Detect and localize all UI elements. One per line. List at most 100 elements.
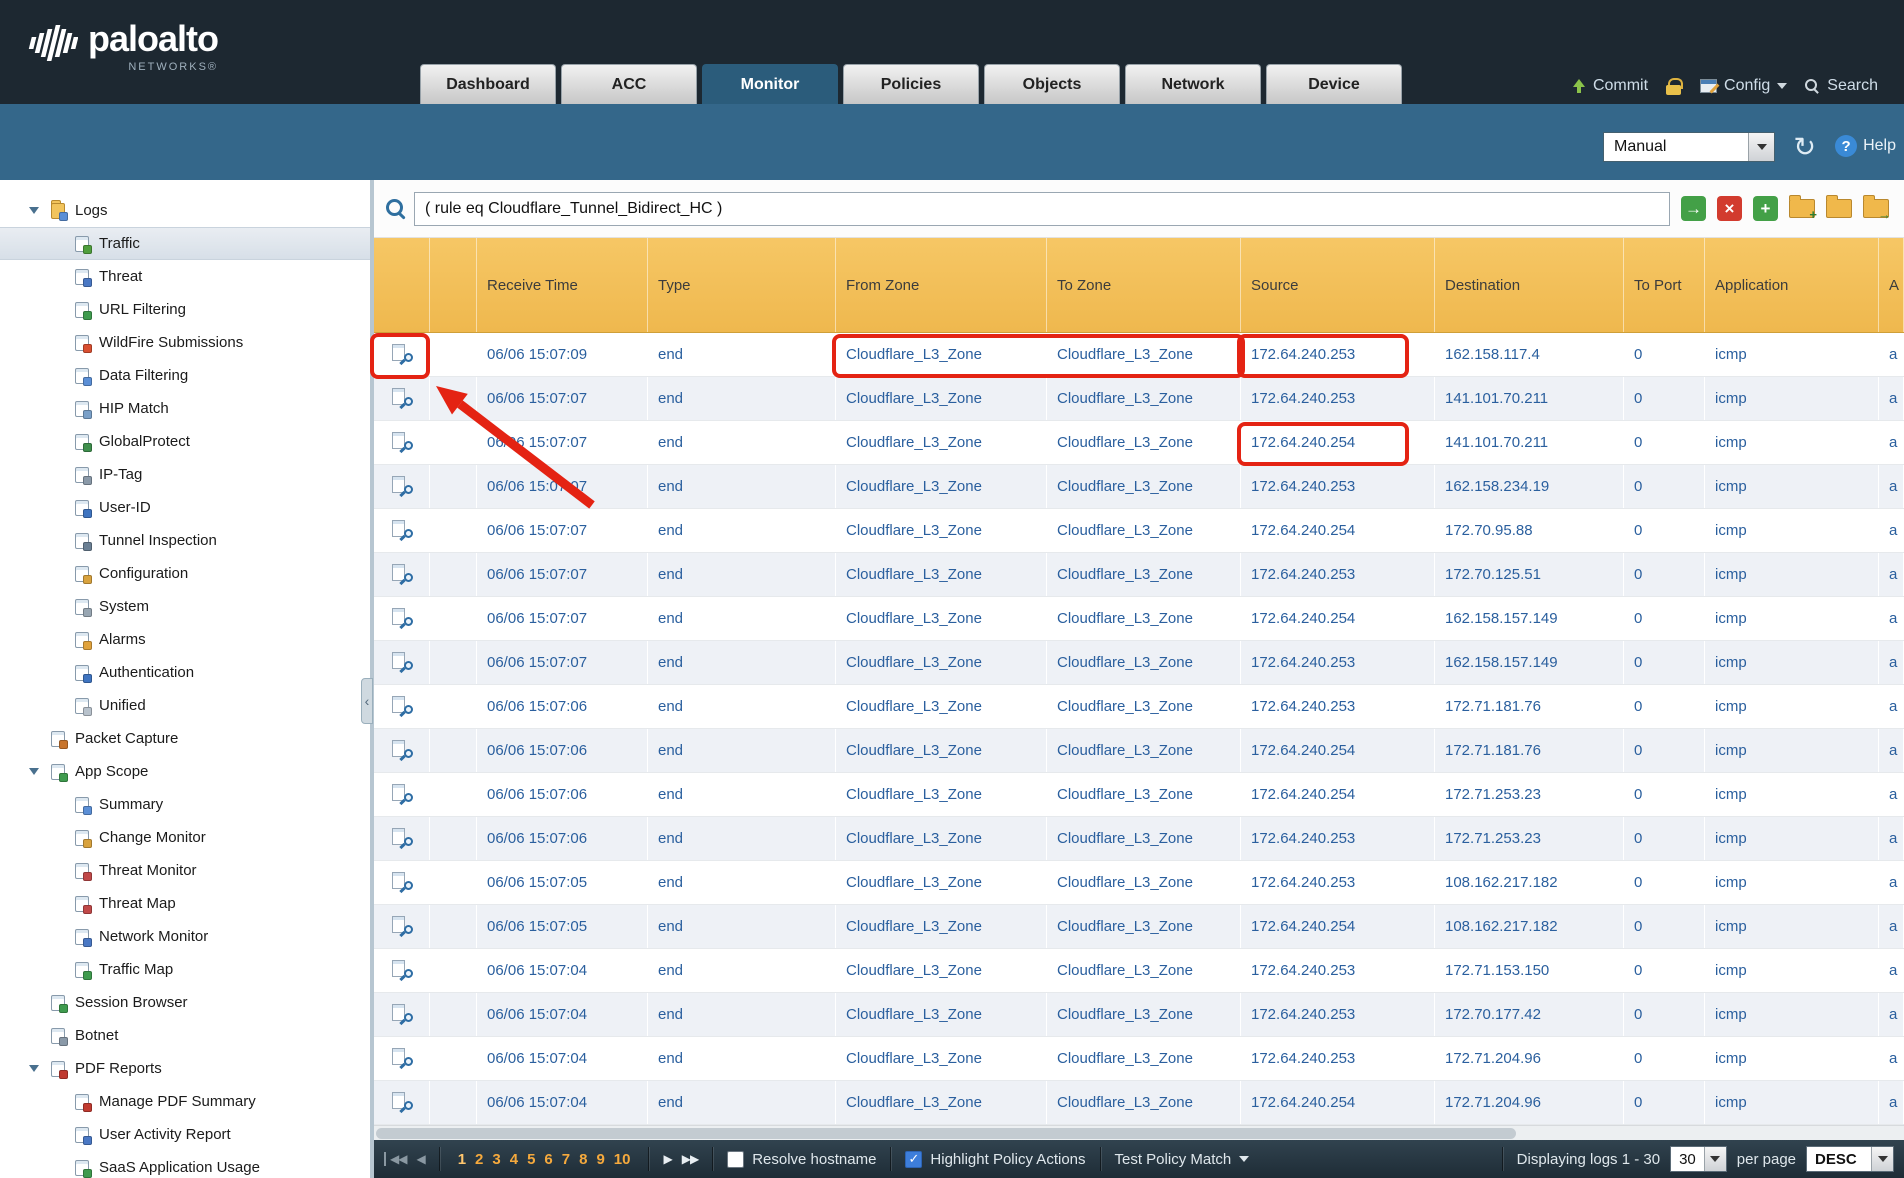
- cell-from-zone[interactable]: Cloudflare_L3_Zone: [836, 421, 1047, 464]
- export-logs-icon[interactable]: →: [1863, 199, 1889, 218]
- cell-to-port[interactable]: 0: [1624, 333, 1705, 376]
- cell-destination[interactable]: 141.101.70.211: [1435, 377, 1624, 420]
- cell-source[interactable]: 172.64.240.253: [1241, 685, 1435, 728]
- load-filter-icon[interactable]: [1826, 199, 1852, 218]
- page-1-button[interactable]: 1: [458, 1151, 466, 1168]
- clear-filter-icon[interactable]: ×: [1717, 196, 1742, 221]
- page-10-button[interactable]: 10: [614, 1151, 631, 1168]
- cell-type[interactable]: end: [648, 333, 836, 376]
- cell-to-port[interactable]: 0: [1624, 861, 1705, 904]
- cell-receive-time[interactable]: 06/06 15:07:04: [477, 1081, 648, 1124]
- log-detail-icon[interactable]: [390, 916, 414, 937]
- log-detail-icon[interactable]: [390, 740, 414, 761]
- cell-destination[interactable]: 108.162.217.182: [1435, 905, 1624, 948]
- cell-receive-time[interactable]: 06/06 15:07:07: [477, 509, 648, 552]
- horizontal-scrollbar[interactable]: [374, 1125, 1904, 1140]
- cell-application[interactable]: icmp: [1705, 333, 1879, 376]
- cell-to-zone[interactable]: Cloudflare_L3_Zone: [1047, 685, 1241, 728]
- sidebar-item-configuration[interactable]: Configuration: [0, 557, 370, 590]
- cell-source[interactable]: 172.64.240.253: [1241, 333, 1435, 376]
- cell-action[interactable]: a: [1879, 949, 1904, 992]
- cell-source[interactable]: 172.64.240.253: [1241, 377, 1435, 420]
- cell-action[interactable]: a: [1879, 465, 1904, 508]
- cell-receive-time[interactable]: 06/06 15:07:05: [477, 905, 648, 948]
- cell-source[interactable]: 172.64.240.254: [1241, 597, 1435, 640]
- cell-receive-time[interactable]: 06/06 15:07:07: [477, 421, 648, 464]
- log-detail-icon[interactable]: [390, 872, 414, 893]
- cell-type[interactable]: end: [648, 597, 836, 640]
- next-page-button[interactable]: ▶: [663, 1152, 671, 1166]
- sidebar-item-threat[interactable]: Threat: [0, 260, 370, 293]
- log-row[interactable]: 06/06 15:07:05endCloudflare_L3_ZoneCloud…: [374, 861, 1904, 905]
- sidebar-item-hip-match[interactable]: HIP Match: [0, 392, 370, 425]
- per-page-select[interactable]: 30: [1670, 1146, 1727, 1172]
- cell-to-port[interactable]: 0: [1624, 421, 1705, 464]
- cell-to-port[interactable]: 0: [1624, 509, 1705, 552]
- page-2-button[interactable]: 2: [475, 1151, 483, 1168]
- tab-dashboard[interactable]: Dashboard: [420, 64, 556, 104]
- resolve-hostname-checkbox[interactable]: Resolve hostname: [727, 1151, 876, 1168]
- add-filter-icon[interactable]: +: [1753, 196, 1778, 221]
- column-header-to-zone[interactable]: To Zone: [1047, 238, 1241, 332]
- cell-application[interactable]: icmp: [1705, 553, 1879, 596]
- column-header-source[interactable]: Source: [1241, 238, 1435, 332]
- cell-to-port[interactable]: 0: [1624, 597, 1705, 640]
- cell-application[interactable]: icmp: [1705, 377, 1879, 420]
- cell-source[interactable]: 172.64.240.253: [1241, 553, 1435, 596]
- cell-application[interactable]: icmp: [1705, 685, 1879, 728]
- cell-receive-time[interactable]: 06/06 15:07:04: [477, 993, 648, 1036]
- log-detail-icon[interactable]: [390, 476, 414, 497]
- cell-source[interactable]: 172.64.240.253: [1241, 949, 1435, 992]
- cell-application[interactable]: icmp: [1705, 1037, 1879, 1080]
- header-search-button[interactable]: Search: [1805, 77, 1878, 95]
- cell-to-zone[interactable]: Cloudflare_L3_Zone: [1047, 729, 1241, 772]
- cell-from-zone[interactable]: Cloudflare_L3_Zone: [836, 861, 1047, 904]
- column-header-application[interactable]: Application: [1705, 238, 1879, 332]
- cell-from-zone[interactable]: Cloudflare_L3_Zone: [836, 1037, 1047, 1080]
- last-page-button[interactable]: ▶▶: [682, 1152, 698, 1166]
- log-detail-icon[interactable]: [390, 696, 414, 717]
- tab-monitor[interactable]: Monitor: [702, 64, 838, 104]
- cell-source[interactable]: 172.64.240.254: [1241, 1081, 1435, 1124]
- page-5-button[interactable]: 5: [527, 1151, 535, 1168]
- log-detail-icon[interactable]: [390, 432, 414, 453]
- cell-to-zone[interactable]: Cloudflare_L3_Zone: [1047, 861, 1241, 904]
- cell-receive-time[interactable]: 06/06 15:07:06: [477, 685, 648, 728]
- cell-type[interactable]: end: [648, 509, 836, 552]
- cell-source[interactable]: 172.64.240.254: [1241, 421, 1435, 464]
- cell-destination[interactable]: 162.158.157.149: [1435, 597, 1624, 640]
- cell-application[interactable]: icmp: [1705, 597, 1879, 640]
- cell-action[interactable]: a: [1879, 993, 1904, 1036]
- log-row[interactable]: 06/06 15:07:07endCloudflare_L3_ZoneCloud…: [374, 641, 1904, 685]
- cell-type[interactable]: end: [648, 685, 836, 728]
- log-row[interactable]: 06/06 15:07:07endCloudflare_L3_ZoneCloud…: [374, 553, 1904, 597]
- sidebar-item-wildfire-submissions[interactable]: WildFire Submissions: [0, 326, 370, 359]
- cell-to-zone[interactable]: Cloudflare_L3_Zone: [1047, 1037, 1241, 1080]
- cell-destination[interactable]: 141.101.70.211: [1435, 421, 1624, 464]
- log-row[interactable]: 06/06 15:07:04endCloudflare_L3_ZoneCloud…: [374, 993, 1904, 1037]
- cell-application[interactable]: icmp: [1705, 509, 1879, 552]
- log-row[interactable]: 06/06 15:07:07endCloudflare_L3_ZoneCloud…: [374, 465, 1904, 509]
- log-detail-icon[interactable]: [390, 520, 414, 541]
- cell-from-zone[interactable]: Cloudflare_L3_Zone: [836, 817, 1047, 860]
- log-row[interactable]: 06/06 15:07:06endCloudflare_L3_ZoneCloud…: [374, 729, 1904, 773]
- cell-action[interactable]: a: [1879, 729, 1904, 772]
- cell-destination[interactable]: 172.71.204.96: [1435, 1037, 1624, 1080]
- collapse-sidebar-icon[interactable]: ‹: [361, 678, 373, 724]
- cell-action[interactable]: a: [1879, 421, 1904, 464]
- config-button[interactable]: Config: [1700, 77, 1787, 95]
- cell-application[interactable]: icmp: [1705, 729, 1879, 772]
- cell-from-zone[interactable]: Cloudflare_L3_Zone: [836, 729, 1047, 772]
- sidebar-item-user-id[interactable]: User-ID: [0, 491, 370, 524]
- cell-application[interactable]: icmp: [1705, 905, 1879, 948]
- cell-receive-time[interactable]: 06/06 15:07:05: [477, 861, 648, 904]
- sidebar-item-botnet[interactable]: Botnet: [0, 1019, 370, 1052]
- cell-from-zone[interactable]: Cloudflare_L3_Zone: [836, 1081, 1047, 1124]
- sidebar-item-threat-map[interactable]: Threat Map: [0, 887, 370, 920]
- cell-source[interactable]: 172.64.240.253: [1241, 1037, 1435, 1080]
- cell-from-zone[interactable]: Cloudflare_L3_Zone: [836, 553, 1047, 596]
- cell-to-zone[interactable]: Cloudflare_L3_Zone: [1047, 817, 1241, 860]
- sidebar-item-change-monitor[interactable]: Change Monitor: [0, 821, 370, 854]
- sidebar-item-authentication[interactable]: Authentication: [0, 656, 370, 689]
- sidebar-item-summary[interactable]: Summary: [0, 788, 370, 821]
